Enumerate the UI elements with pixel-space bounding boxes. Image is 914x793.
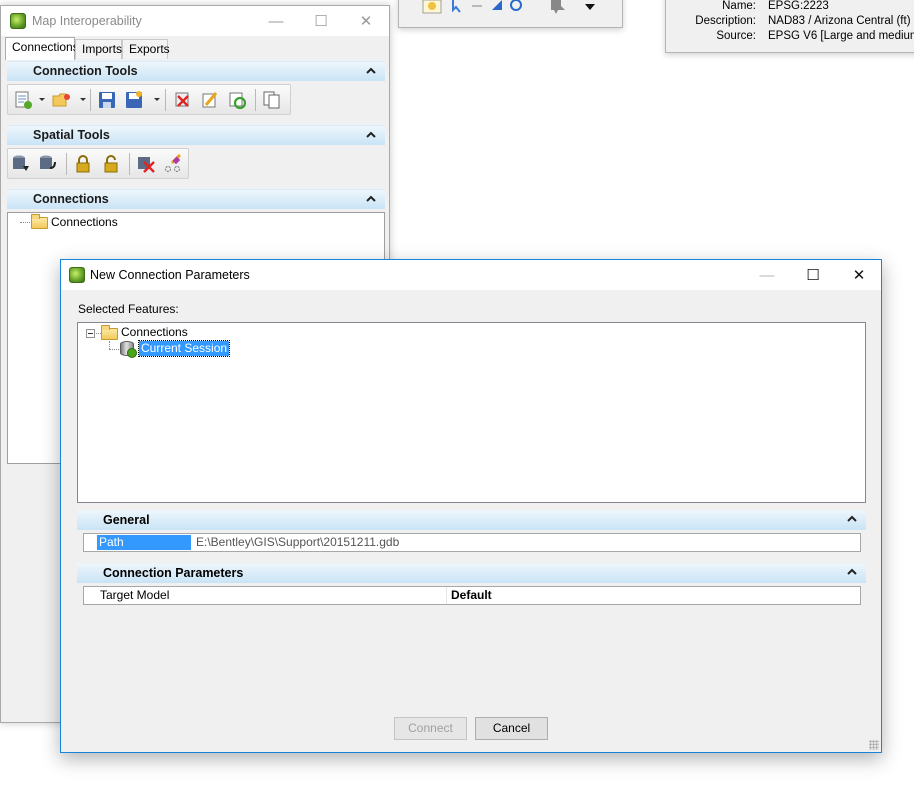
spatial-tools-strip [7, 148, 189, 179]
map-window-titlebar[interactable]: Map Interoperability — ☐ ✕ [1, 6, 389, 36]
gear-tool-icon[interactable] [509, 0, 523, 14]
collapse-chevron-icon[interactable] [846, 566, 858, 578]
toolbar-separator [129, 153, 130, 175]
spatial-tools-title: Spatial Tools [33, 128, 110, 142]
save-as-dropdown-icon[interactable] [154, 98, 160, 101]
coord-name-value: EPSG:2223 [768, 0, 829, 12]
coordinate-system-panel: Name: EPSG:2223 Description: NAD83 / Ari… [665, 0, 914, 53]
import-db-icon[interactable] [11, 154, 31, 174]
selected-features-tree: Connections Current Session [77, 322, 866, 503]
tree-item-connections[interactable]: Connections [51, 215, 118, 229]
tree-item-current-session[interactable]: Current Session [137, 340, 231, 357]
close-button[interactable]: ✕ [343, 6, 389, 36]
maximize-button[interactable]: ☐ [298, 6, 344, 36]
refresh-connection-icon[interactable] [227, 90, 247, 110]
toolbar-separator [66, 153, 67, 175]
dropdown-icon[interactable] [584, 3, 596, 11]
remove-db-icon[interactable] [136, 154, 156, 174]
delete-connection-icon[interactable] [173, 90, 193, 110]
floating-toolbar [398, 0, 623, 28]
general-section-title: General [103, 513, 150, 527]
coord-source-label: Source: [716, 30, 756, 42]
save-as-icon[interactable] [124, 90, 144, 110]
new-connection-dialog: New Connection Parameters — ☐ ✕ Selected… [60, 259, 882, 753]
close-button[interactable]: ✕ [836, 260, 882, 290]
copy-icon[interactable] [262, 90, 282, 110]
line-icon[interactable] [471, 0, 483, 14]
database-icon [120, 341, 137, 358]
open-folder-icon[interactable] [52, 90, 72, 110]
select-icon[interactable] [421, 0, 443, 14]
app-logo-icon [10, 13, 26, 29]
coord-description-value: NAD83 / Arizona Central (ft) [768, 15, 911, 27]
minimize-button[interactable]: — [253, 6, 299, 36]
toolbar-separator [90, 89, 91, 111]
general-section-header[interactable]: General [77, 510, 866, 530]
map-window-title: Map Interoperability [32, 14, 142, 28]
coord-description-label: Description: [695, 15, 756, 27]
coord-source-value: EPSG V6 [Large and medium s [768, 30, 914, 42]
property-divider [446, 587, 447, 604]
open-folder-dropdown-icon[interactable] [80, 98, 86, 101]
tab-connections[interactable]: Connections [5, 37, 79, 60]
new-connection-dropdown-icon[interactable] [39, 98, 45, 101]
coord-name-row: Name: EPSG:2223 [666, 0, 914, 16]
collapse-chevron-icon[interactable] [365, 65, 377, 77]
tree-connector [109, 341, 110, 349]
connection-tools-strip [7, 84, 291, 115]
tree-connector [20, 222, 30, 223]
toolbar-separator [165, 89, 166, 111]
path-property-row[interactable]: Path E:\Bentley\GIS\Support\20151211.gdb [83, 533, 861, 552]
maximize-button[interactable]: ☐ [790, 260, 836, 290]
app-logo-icon [69, 267, 85, 283]
collapse-chevron-icon[interactable] [846, 513, 858, 525]
connection-tools-title: Connection Tools [33, 64, 138, 78]
folder-icon [101, 325, 118, 340]
toolbar-separator [255, 89, 256, 111]
tab-exports[interactable]: Exports [122, 39, 170, 59]
collapse-toggle-icon[interactable] [86, 329, 95, 338]
connection-parameters-header[interactable]: Connection Parameters [77, 563, 866, 583]
tab-imports[interactable]: Imports [75, 39, 122, 59]
path-label: Path [97, 535, 191, 550]
coord-description-row: Description: NAD83 / Arizona Central (ft… [666, 15, 914, 31]
pin-icon[interactable] [549, 0, 567, 14]
tree-item-connections[interactable]: Connections [121, 325, 188, 339]
coord-name-label: Name: [722, 0, 756, 12]
selected-features-label: Selected Features: [78, 302, 179, 316]
unlock-icon[interactable] [101, 154, 121, 174]
connection-parameters-title: Connection Parameters [103, 566, 244, 580]
new-connection-icon[interactable] [13, 90, 33, 110]
spatial-tools-header[interactable]: Spatial Tools [7, 125, 385, 145]
clear-icon[interactable] [163, 154, 183, 174]
resize-grip[interactable] [869, 740, 879, 750]
connection-tools-header[interactable]: Connection Tools [7, 61, 385, 81]
edit-connection-icon[interactable] [200, 90, 220, 110]
fill-icon[interactable] [491, 0, 503, 14]
folder-icon [31, 214, 48, 229]
lock-icon[interactable] [73, 154, 93, 174]
collapse-chevron-icon[interactable] [365, 193, 377, 205]
connect-button: Connect [394, 717, 467, 740]
save-icon[interactable] [97, 90, 117, 110]
coord-source-row: Source: EPSG V6 [Large and medium s [666, 30, 914, 46]
collapse-chevron-icon[interactable] [365, 129, 377, 141]
export-db-icon[interactable] [38, 154, 58, 174]
tree-connector [109, 349, 119, 350]
pointer-icon[interactable] [451, 0, 463, 14]
target-model-row[interactable]: Target Model Default [83, 586, 861, 605]
dialog-titlebar[interactable]: New Connection Parameters — ☐ ✕ [61, 260, 881, 290]
minimize-button: — [759, 266, 775, 284]
path-value[interactable]: E:\Bentley\GIS\Support\20151211.gdb [196, 535, 399, 550]
target-model-value[interactable]: Default [451, 588, 492, 603]
connections-section-title: Connections [33, 192, 109, 206]
connections-section-header[interactable]: Connections [7, 189, 385, 209]
cancel-button[interactable]: Cancel [475, 717, 548, 740]
target-model-label: Target Model [100, 588, 170, 602]
dialog-title: New Connection Parameters [90, 268, 250, 282]
